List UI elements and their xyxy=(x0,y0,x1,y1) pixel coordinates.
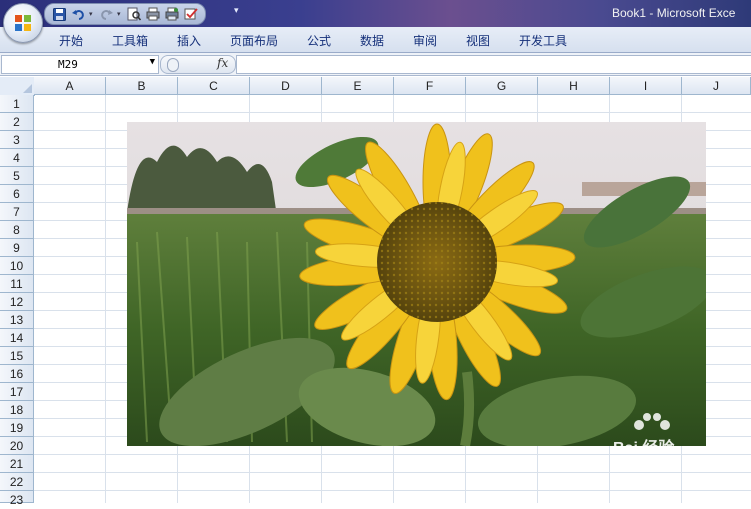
row-header[interactable]: 1 xyxy=(0,95,34,113)
office-logo-icon xyxy=(15,15,31,31)
column-headers: A B C D E F G H I J xyxy=(34,77,751,95)
tab-review[interactable]: 审阅 xyxy=(413,32,437,49)
formula-input[interactable] xyxy=(236,55,751,74)
ribbon-tabs: 开始 工具箱 插入 页面布局 公式 数据 审阅 视图 开发工具 xyxy=(0,27,751,53)
row-header[interactable]: 11 xyxy=(0,275,34,293)
row-header[interactable]: 8 xyxy=(0,221,34,239)
formula-bar: M29 ▼ fx xyxy=(0,53,751,76)
name-box-value: M29 xyxy=(58,58,78,71)
row-header[interactable]: 10 xyxy=(0,257,34,275)
tab-insert[interactable]: 插入 xyxy=(177,32,201,49)
column-header-e[interactable]: E xyxy=(322,77,394,95)
customize-toolbar-icon[interactable]: ▾ xyxy=(234,6,239,16)
column-header-g[interactable]: G xyxy=(466,77,538,95)
tab-developer[interactable]: 开发工具 xyxy=(519,32,567,49)
row-header[interactable]: 5 xyxy=(0,167,34,185)
row-header[interactable]: 23 xyxy=(0,491,34,507)
row-header[interactable]: 18 xyxy=(0,401,34,419)
print-preview-icon[interactable] xyxy=(126,6,142,22)
row-header[interactable]: 14 xyxy=(0,329,34,347)
row-header[interactable]: 17 xyxy=(0,383,34,401)
row-header[interactable]: 22 xyxy=(0,473,34,491)
tab-page-layout[interactable]: 页面布局 xyxy=(230,32,278,49)
row-header[interactable]: 6 xyxy=(0,185,34,203)
column-header-c[interactable]: C xyxy=(178,77,250,95)
spelling-icon[interactable] xyxy=(183,6,199,22)
column-header-a[interactable]: A xyxy=(34,77,106,95)
column-header-f[interactable]: F xyxy=(394,77,466,95)
column-header-d[interactable]: D xyxy=(250,77,322,95)
row-header[interactable]: 15 xyxy=(0,347,34,365)
undo-icon[interactable] xyxy=(70,6,86,22)
save-icon[interactable] xyxy=(51,6,67,22)
column-header-h[interactable]: H xyxy=(538,77,610,95)
column-header-b[interactable]: B xyxy=(106,77,178,95)
undo-dropdown-icon[interactable]: ▾ xyxy=(89,10,95,18)
quick-print-icon[interactable] xyxy=(164,6,180,22)
embedded-sunflower-picture[interactable]: Bai 经验 xyxy=(127,122,706,446)
quick-access-toolbar: ▾ ▾ xyxy=(44,3,206,25)
tab-toolbox[interactable]: 工具箱 xyxy=(112,32,148,49)
row-header[interactable]: 7 xyxy=(0,203,34,221)
row-header[interactable]: 12 xyxy=(0,293,34,311)
row-header[interactable]: 2 xyxy=(0,113,34,131)
row-header[interactable]: 4 xyxy=(0,149,34,167)
tab-home[interactable]: 开始 xyxy=(59,32,83,49)
window-title: Book1 - Microsoft Exce xyxy=(612,6,736,20)
column-header-j[interactable]: J xyxy=(682,77,751,95)
column-header-i[interactable]: I xyxy=(610,77,682,95)
row-header[interactable]: 21 xyxy=(0,455,34,473)
redo-dropdown-icon[interactable]: ▾ xyxy=(117,10,123,18)
redo-icon[interactable] xyxy=(98,6,114,22)
tab-formulas[interactable]: 公式 xyxy=(307,32,331,49)
office-button[interactable] xyxy=(3,3,43,43)
name-box[interactable]: M29 ▼ xyxy=(1,55,159,74)
tab-view[interactable]: 视图 xyxy=(466,32,490,49)
chevron-down-icon[interactable]: ▼ xyxy=(150,57,155,67)
title-bar: ▾ ▾ ▾ Book1 - Microsoft Exce xyxy=(0,0,751,27)
insert-function-button[interactable]: fx xyxy=(217,56,228,70)
tab-data[interactable]: 数据 xyxy=(360,32,384,49)
row-header[interactable]: 13 xyxy=(0,311,34,329)
select-all-button[interactable] xyxy=(0,77,35,96)
sunflower-image xyxy=(127,122,706,446)
row-header[interactable]: 3 xyxy=(0,131,34,149)
row-header[interactable]: 16 xyxy=(0,365,34,383)
row-header[interactable]: 20 xyxy=(0,437,34,455)
row-header[interactable]: 19 xyxy=(0,419,34,437)
resize-grip-icon[interactable] xyxy=(167,58,179,72)
watermark-text: Bai 经验 xyxy=(613,434,674,446)
formula-controls: fx xyxy=(160,55,236,74)
row-header[interactable]: 9 xyxy=(0,239,34,257)
print-icon[interactable] xyxy=(145,6,161,22)
